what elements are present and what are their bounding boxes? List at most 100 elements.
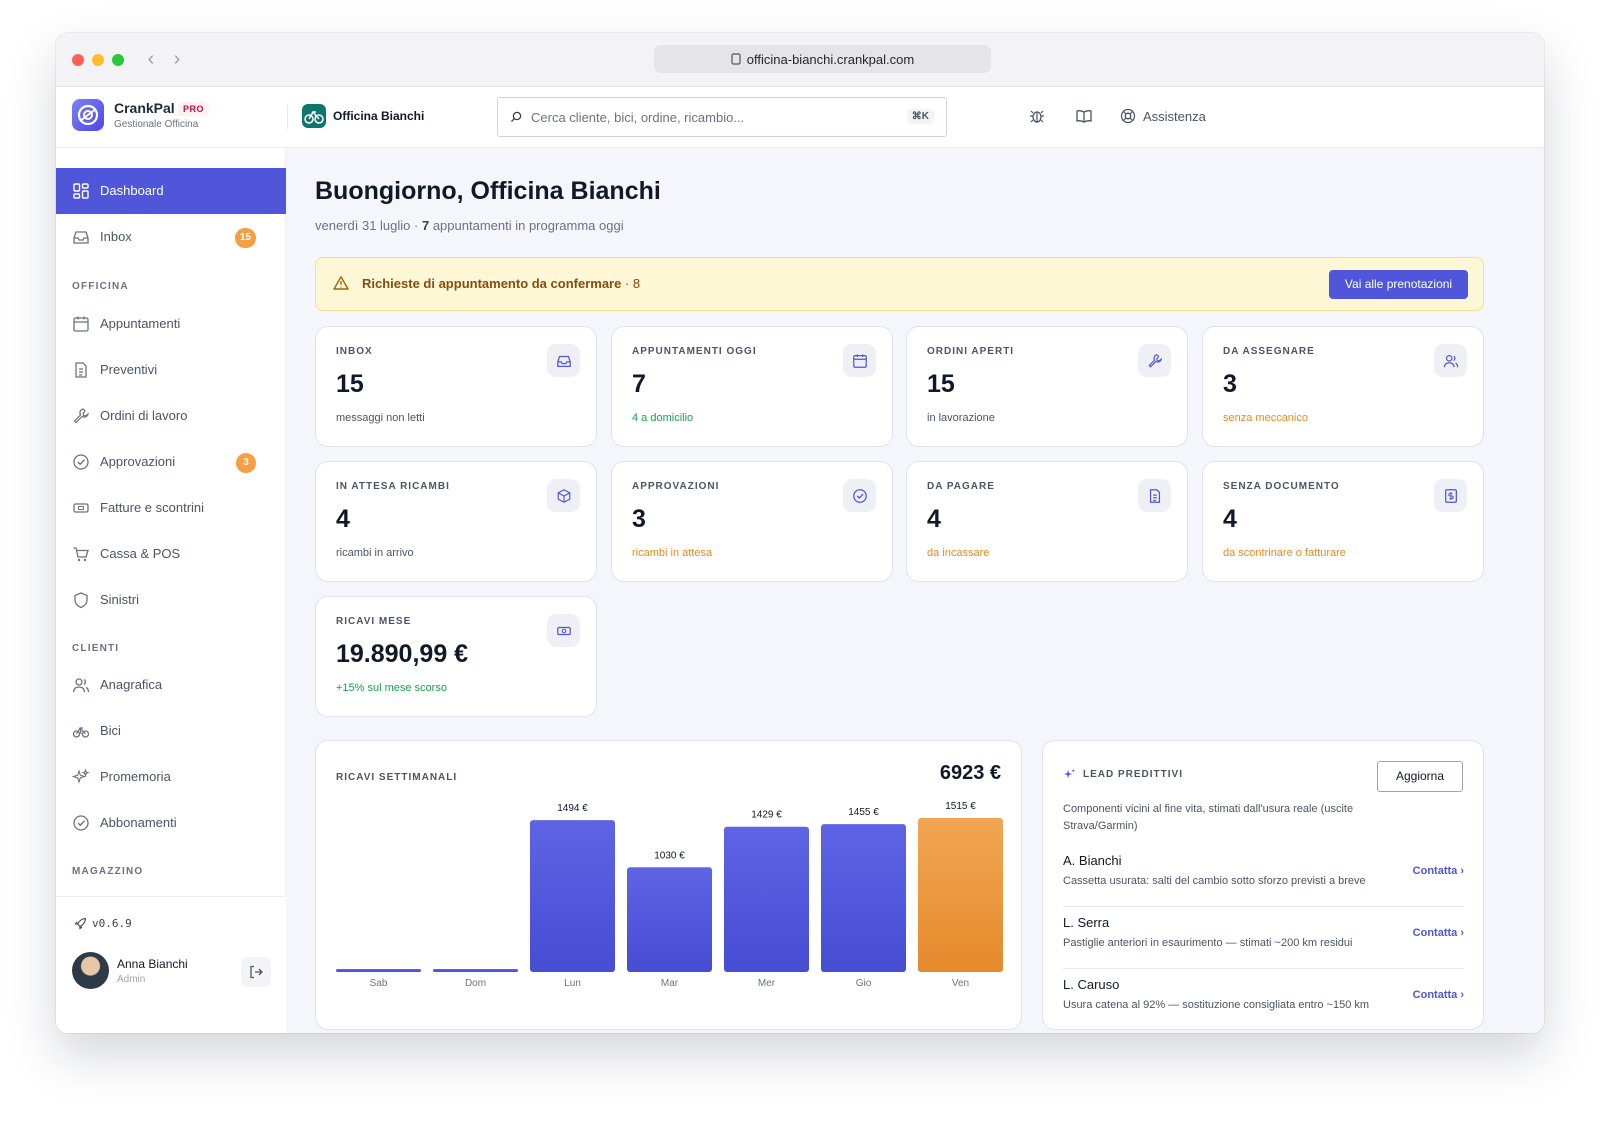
card-value: 4 xyxy=(1223,505,1237,533)
box-icon xyxy=(547,479,580,512)
stat-card-awaiting-parts[interactable]: IN ATTESA RICAMBI 4 ricambi in arrivo xyxy=(315,461,597,582)
x-tick-label: Sab xyxy=(370,978,388,989)
sidebar-item-fatture[interactable]: Fatture e scontrini xyxy=(56,485,286,531)
page-title: Buongiorno, Officina Bianchi xyxy=(315,177,661,205)
sidebar-item-promemoria[interactable]: Promemoria xyxy=(56,754,286,800)
users-icon xyxy=(1434,344,1467,377)
close-window-button[interactable] xyxy=(72,54,84,66)
alert-label: Richieste di appuntamento da confermare xyxy=(362,276,622,291)
sidebar-item-dashboard[interactable]: Dashboard xyxy=(56,168,286,214)
alert-message: Richieste di appuntamento da confermare … xyxy=(362,276,640,291)
book-icon[interactable] xyxy=(1075,107,1093,125)
lead-name: L. Serra xyxy=(1063,915,1110,930)
predictive-leads-card: LEAD PREDITTIVI Aggiorna Componenti vici… xyxy=(1042,740,1484,1030)
stat-card-open-orders[interactable]: ORDINI APERTI 15 in lavorazione xyxy=(906,326,1188,447)
shield-icon xyxy=(74,592,88,609)
card-value: 15 xyxy=(927,370,955,398)
card-title: SENZA DOCUMENTO xyxy=(1223,481,1340,492)
bar-mar[interactable] xyxy=(627,867,712,972)
stat-card-approvals[interactable]: APPROVAZIONI 3 ricambi in attesa xyxy=(611,461,893,582)
contact-lead-link[interactable]: Contatta › xyxy=(1406,865,1464,877)
inbox-count-badge: 15 xyxy=(234,228,256,248)
maximize-window-button[interactable] xyxy=(112,54,124,66)
sidebar-item-label: Approvazioni xyxy=(100,454,176,469)
stat-card-inbox[interactable]: INBOX 15 messaggi non letti xyxy=(315,326,597,447)
bike-shop-logo-icon xyxy=(302,104,326,128)
forward-arrow-icon[interactable]: › xyxy=(169,49,185,69)
sidebar-item-label: Dashboard xyxy=(100,183,164,198)
card-subtitle: da scontrinare o fatturare xyxy=(1223,547,1346,559)
bug-icon[interactable] xyxy=(1028,107,1046,125)
header-divider xyxy=(287,105,288,129)
wrench-icon xyxy=(1138,344,1171,377)
sidebar-item-inbox[interactable]: Inbox 15 xyxy=(56,214,286,260)
app-version: v0.6.9 xyxy=(92,917,132,930)
pro-badge: PRO xyxy=(178,102,210,116)
sidebar-item-approvazioni[interactable]: Approvazioni 3 xyxy=(56,439,286,485)
sidebar-item-preventivi[interactable]: Preventivi xyxy=(56,347,286,393)
bar-gio[interactable] xyxy=(821,824,906,972)
sidebar-item-abbonamenti[interactable]: Abbonamenti xyxy=(56,800,286,846)
stat-card-to-pay[interactable]: DA PAGARE 4 da incassare xyxy=(906,461,1188,582)
bar-dom[interactable] xyxy=(433,969,518,972)
bar-ven[interactable] xyxy=(918,818,1003,972)
sidebar-item-appuntamenti[interactable]: Appuntamenti xyxy=(56,301,286,347)
check-circle-icon xyxy=(843,479,876,512)
section-officina: OFFICINA xyxy=(72,281,129,292)
stat-card-monthly-revenue[interactable]: RICAVI MESE 19.890,99 € +15% sul mese sc… xyxy=(315,596,597,717)
card-title: DA ASSEGNARE xyxy=(1223,346,1315,357)
user-avatar[interactable] xyxy=(72,952,109,989)
lead-item: L. Serra Pastiglie anteriori in esaurime… xyxy=(1063,907,1464,969)
card-subtitle: +15% sul mese scorso xyxy=(336,682,447,694)
shop-name[interactable]: Officina Bianchi xyxy=(333,109,424,123)
sidebar-item-cassa[interactable]: Cassa & POS xyxy=(56,531,286,577)
refresh-leads-button[interactable]: Aggiorna xyxy=(1377,761,1463,792)
cart-icon xyxy=(73,547,89,562)
sidebar-item-label: Bici xyxy=(100,723,121,738)
card-title: RICAVI MESE xyxy=(336,616,412,627)
stat-card-to-assign[interactable]: DA ASSEGNARE 3 senza meccanico xyxy=(1202,326,1484,447)
badge-check-icon xyxy=(73,815,89,831)
crankpal-logo[interactable] xyxy=(72,99,104,131)
address-bar[interactable]: officina-bianchi.crankpal.com xyxy=(654,45,991,73)
stat-card-no-document[interactable]: SENZA DOCUMENTO 4 da scontrinare o fattu… xyxy=(1202,461,1484,582)
alert-count: · 8 xyxy=(624,276,641,291)
wrench-icon xyxy=(73,408,89,424)
page-icon xyxy=(731,53,741,65)
sidebar-item-bici[interactable]: Bici xyxy=(56,708,286,754)
lead-note: Cassetta usurata: salti del cambio sotto… xyxy=(1063,875,1366,887)
bar-lun[interactable] xyxy=(530,820,615,972)
lifebuoy-icon[interactable] xyxy=(1119,107,1137,125)
minimize-window-button[interactable] xyxy=(92,54,104,66)
sidebar-item-label: Ordini di lavoro xyxy=(100,408,188,423)
check-circle-icon xyxy=(73,454,89,470)
sidebar-footer: v0.6.9 Anna Bianchi Admin xyxy=(56,896,286,1033)
logout-button[interactable] xyxy=(241,957,271,987)
contact-lead-link[interactable]: Contatta › xyxy=(1406,927,1464,939)
search-input[interactable]: Cerca cliente, bici, ordine, ricambio...… xyxy=(497,97,947,137)
search-placeholder: Cerca cliente, bici, ordine, ricambio... xyxy=(531,110,745,125)
rocket-icon xyxy=(74,917,87,930)
lead-name: A. Bianchi xyxy=(1063,853,1122,868)
assistance-link[interactable]: Assistenza xyxy=(1143,109,1206,124)
bar-mer[interactable] xyxy=(724,826,809,972)
stat-card-appointments[interactable]: APPUNTAMENTI OGGI 7 4 a domicilio xyxy=(611,326,893,447)
contact-lead-link[interactable]: Contatta › xyxy=(1406,989,1464,1001)
go-to-bookings-button[interactable]: Vai alle prenotazioni xyxy=(1329,270,1468,299)
sidebar-item-ordini[interactable]: Ordini di lavoro xyxy=(56,393,286,439)
back-arrow-icon[interactable]: ‹ xyxy=(143,49,159,69)
dashboard-icon xyxy=(73,183,89,199)
card-value: 4 xyxy=(927,505,941,533)
sidebar-item-anagrafica[interactable]: Anagrafica xyxy=(56,662,286,708)
pending-requests-alert: Richieste di appuntamento da confermare … xyxy=(315,257,1484,311)
section-clienti: CLIENTI xyxy=(72,643,120,654)
sidebar-item-sinistri[interactable]: Sinistri xyxy=(56,577,286,623)
x-tick-label: Gio xyxy=(856,978,872,989)
x-tick-label: Lun xyxy=(564,978,581,989)
lead-note: Pastiglie anteriori in esaurimento — sti… xyxy=(1063,937,1353,949)
sidebar-item-label: Fatture e scontrini xyxy=(100,500,205,515)
user-name: Anna Bianchi xyxy=(117,957,188,971)
sidebar-item-label: Cassa & POS xyxy=(100,546,181,561)
bar-value-label: 1429 € xyxy=(751,810,782,821)
bar-sab[interactable] xyxy=(336,969,421,972)
